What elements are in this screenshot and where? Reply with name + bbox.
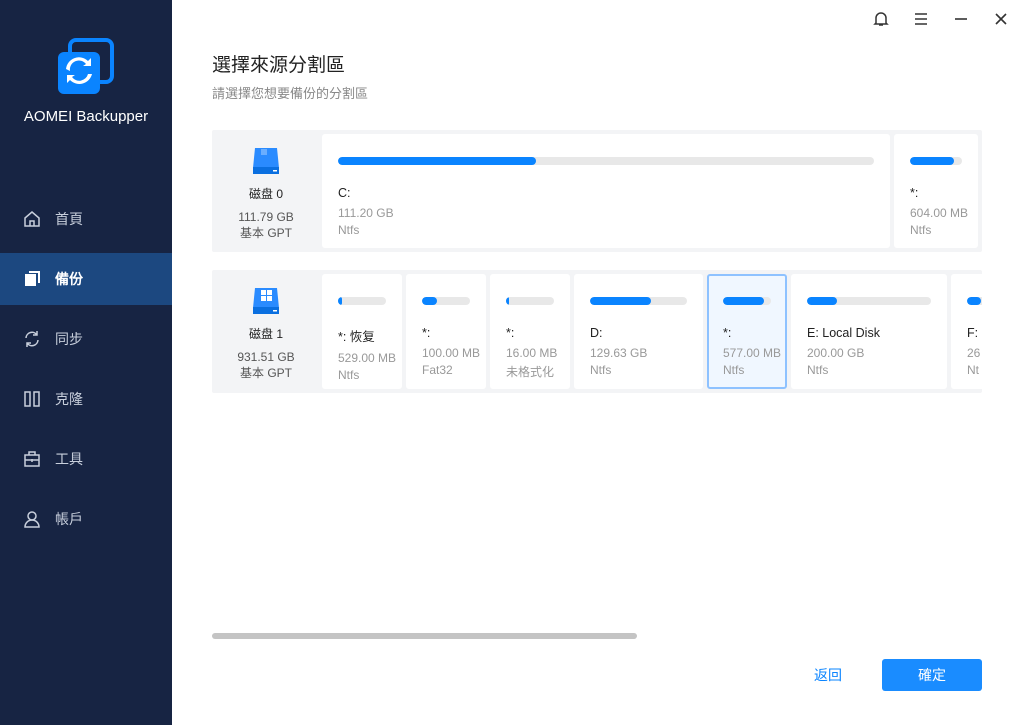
sidebar: AOMEI Backupper 首頁備份同步克隆工具帳戶	[0, 0, 172, 725]
sync-icon	[25, 331, 39, 347]
usage-bar	[967, 297, 982, 305]
usage-bar-fill	[723, 297, 764, 305]
disk-info[interactable]: 磁盘 1 931.51 GB 基本 GPT	[212, 270, 320, 393]
usage-bar-fill	[967, 297, 982, 305]
partition-label: *:	[723, 326, 732, 340]
sidebar-item-label: 備份	[55, 271, 83, 287]
usage-bar	[723, 297, 771, 305]
disk-name: 磁盘 1	[248, 327, 283, 341]
partition-label: F: L	[967, 326, 982, 340]
partition-label: E: Local Disk	[807, 326, 880, 340]
usage-bar-fill	[422, 297, 438, 305]
sidebar-item-label: 同步	[55, 331, 83, 347]
usage-bar-fill	[910, 157, 955, 165]
sidebar-item-label: 帳戶	[55, 511, 83, 527]
partition-filesystem: Ntfs	[807, 363, 829, 377]
usage-bar	[590, 297, 687, 305]
disk-row: 磁盘 0 111.79 GB 基本 GPT C: 111.20 GB Ntfs *: 604.…	[212, 130, 982, 252]
partition-size: 604.00 MB	[910, 206, 969, 220]
home-icon	[24, 211, 40, 227]
usage-bar	[506, 297, 554, 305]
partition-size: 100.00 MB	[422, 346, 481, 360]
usage-bar	[338, 157, 874, 165]
partition-label: *:	[422, 326, 431, 340]
minimize-icon[interactable]	[952, 10, 970, 28]
usage-bar-fill	[807, 297, 837, 305]
menu-icon[interactable]	[912, 10, 930, 28]
close-icon[interactable]	[992, 10, 1010, 28]
hard-disk-icon	[253, 288, 279, 314]
disk-name: 磁盘 0	[248, 187, 283, 201]
tools-icon	[24, 451, 40, 467]
partition-filesystem: Ntfs	[338, 368, 360, 382]
backup-icon	[25, 271, 40, 286]
partition-label: *: 恢复	[338, 330, 375, 344]
sidebar-item-tools[interactable]: 工具	[0, 433, 172, 485]
sidebar-item-label: 工具	[55, 451, 83, 467]
app-logo-icon	[58, 38, 114, 94]
sidebar-item-clone[interactable]: 克隆	[0, 373, 172, 425]
partition-filesystem: Fat32	[422, 363, 453, 377]
partition-label: *:	[506, 326, 515, 340]
partition-label: *:	[910, 186, 919, 200]
partition-filesystem: 未格式化	[506, 365, 555, 379]
partition-card[interactable]: *: 604.00 MB Ntfs	[894, 134, 978, 248]
usage-bar	[910, 157, 962, 165]
sidebar-item-sync[interactable]: 同步	[0, 313, 172, 365]
disk-type: 基本 GPT	[239, 226, 292, 240]
disk-row: 磁盘 1 931.51 GB 基本 GPT *: 恢复 529.00 MB Ntfs *: 1…	[212, 270, 982, 393]
sidebar-item-account[interactable]: 帳戶	[0, 493, 172, 545]
account-icon	[24, 511, 40, 528]
partition-size: 129.63 GB	[590, 346, 648, 360]
page-subtitle: 請選擇您想要備份的分割區	[212, 86, 369, 101]
partition-label: D:	[590, 326, 603, 340]
bell-icon[interactable]	[872, 10, 890, 28]
partition-card[interactable]: *: 16.00 MB 未格式化	[490, 274, 570, 389]
partition-label: C:	[338, 186, 351, 200]
back-button[interactable]: 返回	[800, 659, 856, 691]
usage-bar-fill	[506, 297, 509, 305]
usage-bar	[422, 297, 470, 305]
partition-card[interactable]: F: L 26 Nt	[951, 274, 982, 389]
hard-disk-icon	[253, 148, 279, 174]
horizontal-scrollbar[interactable]	[212, 633, 637, 639]
partition-filesystem: Ntfs	[910, 223, 932, 237]
partition-card[interactable]: E: Local Disk 200.00 GB Ntfs	[791, 274, 947, 389]
partition-filesystem: Ntfs	[590, 363, 612, 377]
disk-size: 111.79 GB	[238, 210, 294, 224]
sidebar-item-backup[interactable]: 備份	[0, 253, 172, 305]
sidebar-item-label: 首頁	[55, 211, 83, 227]
partition-size: 111.20 GB	[338, 206, 394, 220]
partition-size: 577.00 MB	[723, 346, 782, 360]
usage-bar-fill	[338, 157, 537, 165]
partition-card[interactable]: D: 129.63 GB Ntfs	[574, 274, 703, 389]
disk-info[interactable]: 磁盘 0 111.79 GB 基本 GPT	[212, 130, 320, 252]
page-title: 選擇來源分割區	[212, 55, 346, 76]
sidebar-item-home[interactable]: 首頁	[0, 193, 172, 245]
partition-filesystem: Nt	[967, 363, 979, 377]
partition-filesystem: Ntfs	[723, 363, 745, 377]
partition-size: 26	[967, 346, 981, 360]
sidebar-item-label: 克隆	[55, 391, 83, 407]
partition-size: 200.00 GB	[807, 346, 865, 360]
disk-size: 931.51 GB	[237, 350, 295, 364]
disk-type: 基本 GPT	[239, 366, 292, 380]
usage-bar-fill	[338, 297, 342, 305]
partition-card[interactable]: *: 577.00 MB Ntfs	[707, 274, 787, 389]
partition-size: 16.00 MB	[506, 346, 558, 360]
partition-card[interactable]: *: 恢复 529.00 MB Ntfs	[322, 274, 402, 389]
partition-size: 529.00 MB	[338, 351, 397, 365]
confirm-button[interactable]: 確定	[882, 659, 982, 691]
usage-bar-fill	[590, 297, 652, 305]
partition-card[interactable]: *: 100.00 MB Fat32	[406, 274, 486, 389]
partition-filesystem: Ntfs	[338, 223, 360, 237]
usage-bar	[807, 297, 931, 305]
partition-card[interactable]: C: 111.20 GB Ntfs	[322, 134, 890, 248]
clone-icon	[24, 391, 40, 407]
usage-bar	[338, 297, 386, 305]
app-name: AOMEI Backupper	[23, 108, 149, 125]
